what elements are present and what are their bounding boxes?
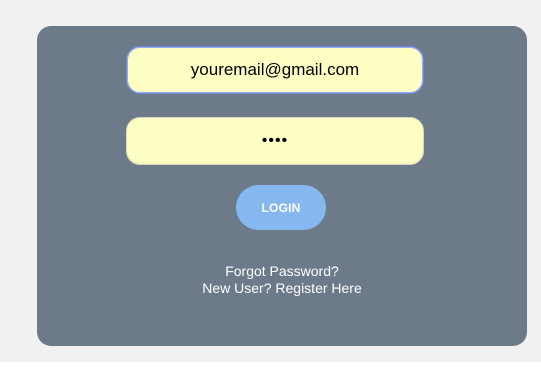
login-card: LOGIN Forgot Password? New User? Registe… [37,26,527,346]
register-link[interactable]: New User? Register Here [202,280,362,297]
register-row: New User? Register Here [37,280,527,297]
login-button[interactable]: LOGIN [236,185,326,230]
email-field[interactable] [126,46,424,94]
auth-links: Forgot Password? New User? Register Here [37,263,527,297]
forgot-password-row: Forgot Password? [37,263,527,280]
password-field[interactable] [126,117,424,165]
forgot-password-link[interactable]: Forgot Password? [225,263,339,280]
